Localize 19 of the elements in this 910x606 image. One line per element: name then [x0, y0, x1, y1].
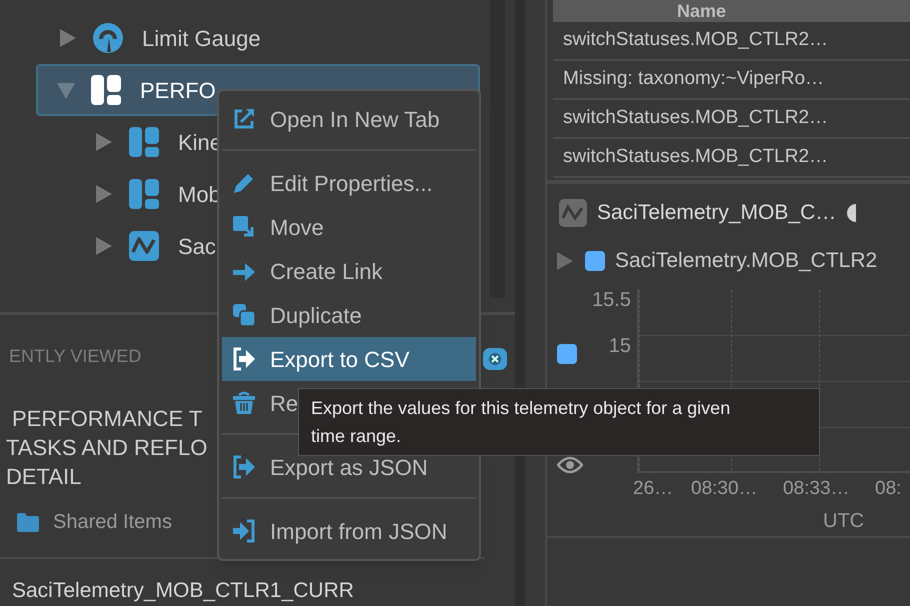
- x-axis-tick: 26…: [633, 477, 674, 502]
- x-axis-tick: 08:30…: [691, 477, 759, 502]
- x-axis-tick: 08:33…: [783, 477, 851, 502]
- table-cell: Missing: taxonomy:~ViperRo…: [553, 61, 910, 100]
- table-cell: switchStatuses.MOB_CTLR2…: [553, 139, 910, 178]
- x-axis-label: UTC: [823, 509, 866, 534]
- plot-title: SaciTelemetry_MOB_C…: [597, 200, 836, 226]
- tree-item-label: Sac: [178, 232, 216, 260]
- tree-item-label: PERFO: [140, 76, 216, 104]
- section-heading: ENTLY VIEWED: [9, 344, 142, 368]
- object-title: SaciTelemetry_MOB_CTLR1_CURR: [12, 578, 355, 604]
- table-cell: switchStatuses.MOB_CTLR2…: [553, 22, 910, 61]
- x-axis-tick: 08:: [875, 477, 902, 502]
- legend-label: SaciTelemetry.MOB_CTLR2: [615, 248, 878, 274]
- y-axis-tick: 15.5: [592, 290, 631, 310]
- table-cell: switchStatuses.MOB_CTLR2…: [553, 100, 910, 139]
- tree-item-label: Limit Gauge: [142, 24, 261, 53]
- tooltip: Export the values for this telemetry object for a given time range.: [298, 388, 820, 456]
- y-axis-tick: 15: [608, 336, 631, 356]
